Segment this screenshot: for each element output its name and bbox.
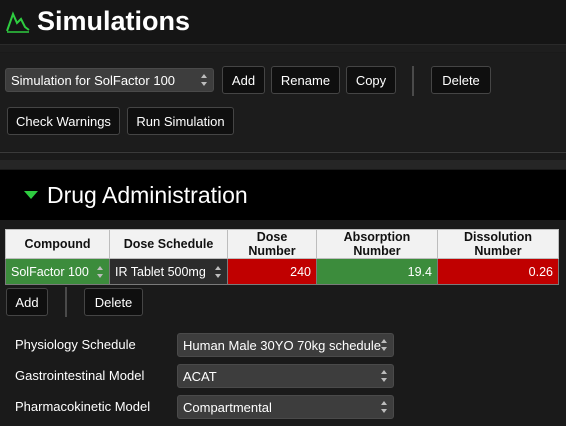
column-header-compound[interactable]: Compound	[5, 229, 110, 259]
drug-administration-header[interactable]: Drug Administration	[0, 170, 566, 220]
add-simulation-button[interactable]: Add	[222, 66, 265, 94]
pk-model-select[interactable]: Compartmental	[177, 395, 394, 419]
triangle-down-icon[interactable]	[24, 191, 38, 199]
pk-model-label: Pharmacokinetic Model	[15, 399, 151, 414]
simulation-select[interactable]: Simulation for SolFactor 100	[5, 68, 214, 92]
physiology-schedule-value: Human Male 30YO 70kg schedule	[183, 337, 382, 353]
chevron-updown-icon	[381, 339, 388, 351]
rename-simulation-button[interactable]: Rename	[271, 66, 340, 94]
chevron-updown-icon	[201, 74, 208, 86]
section-title: Drug Administration	[47, 182, 248, 208]
absorption-number-cell[interactable]: 19.4	[316, 258, 438, 285]
pk-model-value: Compartmental	[183, 399, 272, 415]
page-title: Simulations	[37, 6, 191, 36]
dose-number-cell[interactable]: 240	[227, 258, 317, 285]
column-header-dose-schedule[interactable]: Dose Schedule	[109, 229, 228, 259]
chevron-updown-icon	[97, 265, 104, 278]
delete-row-button[interactable]: Delete	[84, 288, 143, 316]
simulation-toolbar: Simulation for SolFactor 100 Add Rename …	[0, 53, 566, 153]
check-warnings-button[interactable]: Check Warnings	[7, 107, 120, 135]
dose-schedule-cell[interactable]: IR Tablet 500mg	[109, 258, 228, 285]
gi-model-select[interactable]: ACAT	[177, 364, 394, 388]
toolbar-divider	[412, 66, 414, 96]
dissolution-number-cell[interactable]: 0.26	[437, 258, 559, 285]
chevron-updown-icon	[381, 401, 388, 413]
gi-model-label: Gastrointestinal Model	[15, 368, 145, 383]
app-header: Simulations	[0, 0, 566, 44]
compound-cell[interactable]: SolFactor 100	[5, 258, 110, 285]
column-header-dissolution-number[interactable]: Dissolution Number	[437, 229, 559, 259]
dose-schedule-value: IR Tablet 500mg	[115, 264, 206, 279]
chevron-updown-icon	[381, 370, 388, 382]
delete-simulation-button[interactable]: Delete	[431, 66, 491, 94]
gi-model-value: ACAT	[183, 368, 217, 384]
row-actions-divider	[65, 287, 67, 317]
chevron-updown-icon	[215, 265, 222, 278]
dosing-table: Compound Dose Schedule Dose Number Absor…	[5, 229, 559, 285]
add-row-button[interactable]: Add	[6, 288, 48, 316]
column-header-dose-number[interactable]: Dose Number	[227, 229, 317, 259]
toolbar-bottom-line	[0, 152, 566, 153]
physiology-schedule-select[interactable]: Human Male 30YO 70kg schedule	[177, 333, 394, 357]
physiology-schedule-label: Physiology Schedule	[15, 337, 136, 352]
section-spacer	[0, 160, 566, 169]
compound-value: SolFactor 100	[11, 264, 89, 279]
copy-simulation-button[interactable]: Copy	[346, 66, 396, 94]
header-divider	[0, 44, 566, 52]
column-header-absorption-number[interactable]: Absorption Number	[316, 229, 438, 259]
simulation-select-value: Simulation for SolFactor 100	[11, 72, 176, 88]
run-simulation-button[interactable]: Run Simulation	[127, 107, 234, 135]
table-row[interactable]: SolFactor 100 IR Tablet 500mg 240 19.4 0…	[5, 258, 559, 285]
curve-logo-icon	[6, 11, 30, 33]
table-header-row: Compound Dose Schedule Dose Number Absor…	[5, 229, 559, 259]
